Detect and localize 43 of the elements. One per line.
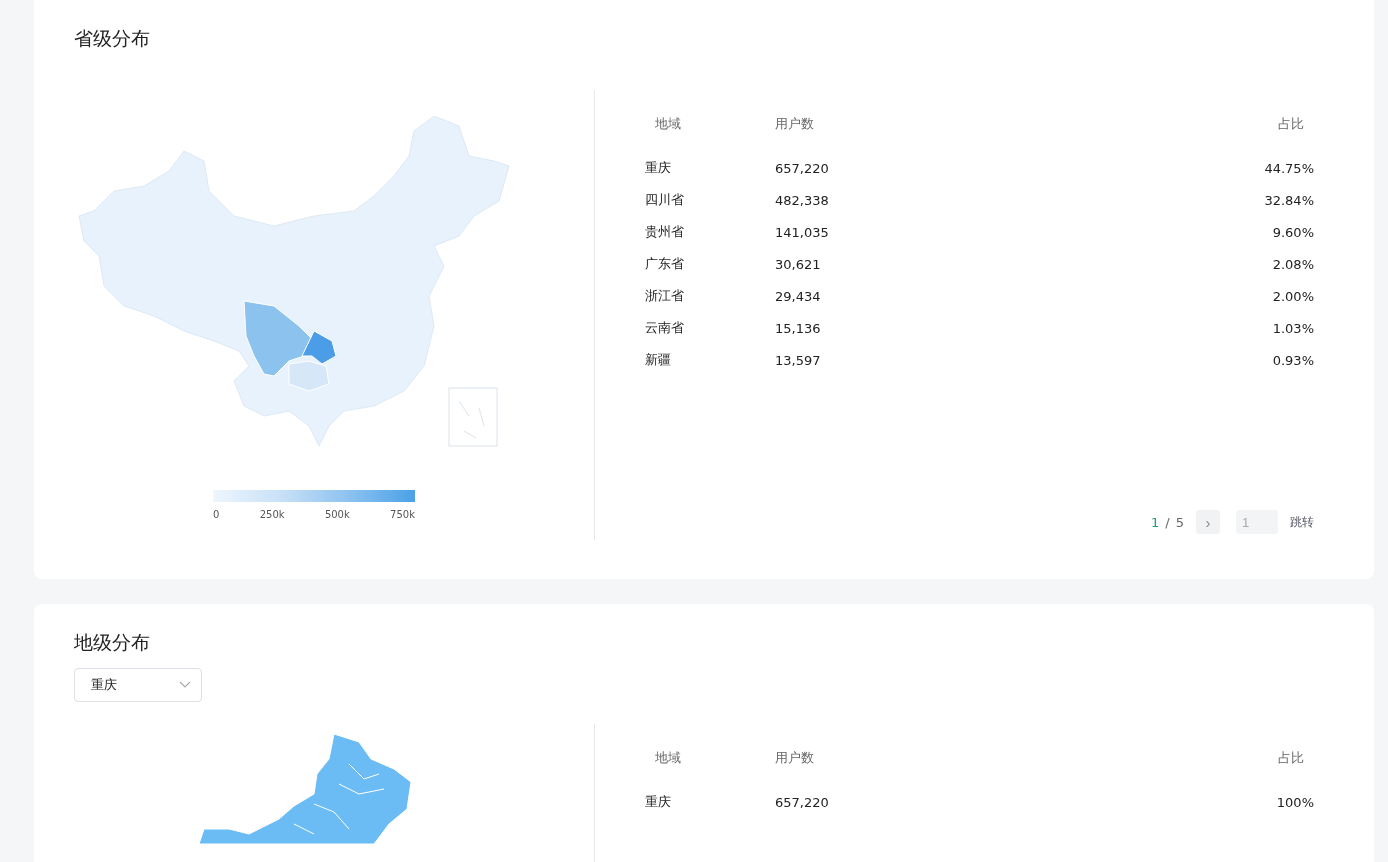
table-cell-text: 44.75% xyxy=(1263,160,1314,176)
table-cell-text: 29,434 xyxy=(775,288,822,304)
table-cell-text: 广东省 xyxy=(645,255,685,273)
section-title: 地级分布 xyxy=(74,630,151,655)
table-cell-text: 657,220 xyxy=(775,160,830,176)
column-header: 占比 xyxy=(1277,749,1305,767)
table-cell-text: 重庆 xyxy=(645,793,672,811)
legend-label: 750k xyxy=(390,509,415,520)
table-cell-text: 657,220 xyxy=(775,794,830,810)
table-cell-text: 浙江省 xyxy=(645,287,685,305)
table-cell-text: 13,597 xyxy=(775,352,822,368)
table-cell-text: 15,136 xyxy=(775,320,822,336)
table-cell-text: 482,338 xyxy=(775,192,830,208)
table-cell-text: 100% xyxy=(1275,794,1314,810)
table-cell-text: 30,621 xyxy=(775,256,822,272)
table-cell-text: 重庆 xyxy=(645,159,672,177)
current-page: 1 xyxy=(1151,514,1160,530)
page-input[interactable]: 1 xyxy=(1236,510,1278,534)
region-dropdown[interactable]: 重庆 xyxy=(74,668,202,702)
table-cell-text: 新疆 xyxy=(645,351,672,369)
table-cell-text: 2.00% xyxy=(1271,288,1314,304)
table-cell-text: 32.84% xyxy=(1263,192,1314,208)
column-header: 用户数 xyxy=(775,749,815,767)
total-pages: 5 xyxy=(1175,514,1184,530)
column-header: 地域 xyxy=(654,749,682,767)
jump-button[interactable]: 跳转 xyxy=(1290,513,1314,531)
legend-label: 0 xyxy=(213,509,220,520)
legend-label: 500k xyxy=(324,509,350,520)
table-cell-text: 2.08% xyxy=(1271,256,1314,272)
legend-label: 250k xyxy=(259,509,285,520)
column-header: 用户数 xyxy=(775,115,815,133)
table-cell-text: 141,035 xyxy=(775,224,830,240)
table-cell-text: 云南省 xyxy=(645,319,685,337)
caret-icon xyxy=(179,681,191,689)
table-cell-text: 9.60% xyxy=(1271,224,1314,240)
page-separator: / xyxy=(1165,514,1170,530)
table-cell-text: 1.03% xyxy=(1271,320,1314,336)
section-title: 省级分布 xyxy=(74,26,151,51)
table-cell-text: 四川省 xyxy=(645,191,685,209)
column-header: 地域 xyxy=(654,115,682,133)
column-header: 占比 xyxy=(1277,115,1305,133)
table-cell-text: 贵州省 xyxy=(645,223,685,241)
table-cell-text: 0.93% xyxy=(1271,352,1314,368)
